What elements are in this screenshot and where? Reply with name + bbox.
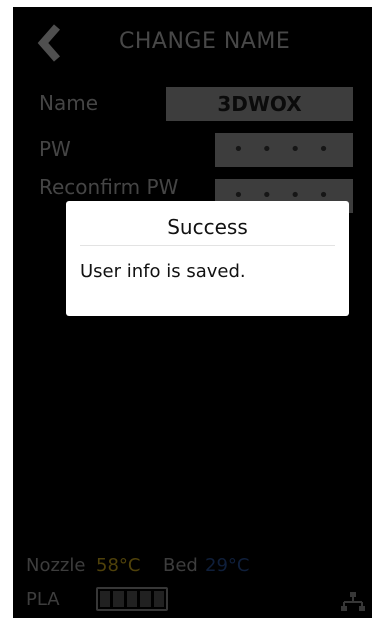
dialog-divider — [80, 245, 335, 246]
printer-screen: CHANGE NAME Name 3DWOX PW • • • • Reconf… — [13, 7, 372, 618]
dialog-message: User info is saved. — [80, 261, 246, 282]
success-dialog[interactable]: Success User info is saved. — [66, 201, 349, 316]
dialog-title: Success — [167, 215, 248, 239]
